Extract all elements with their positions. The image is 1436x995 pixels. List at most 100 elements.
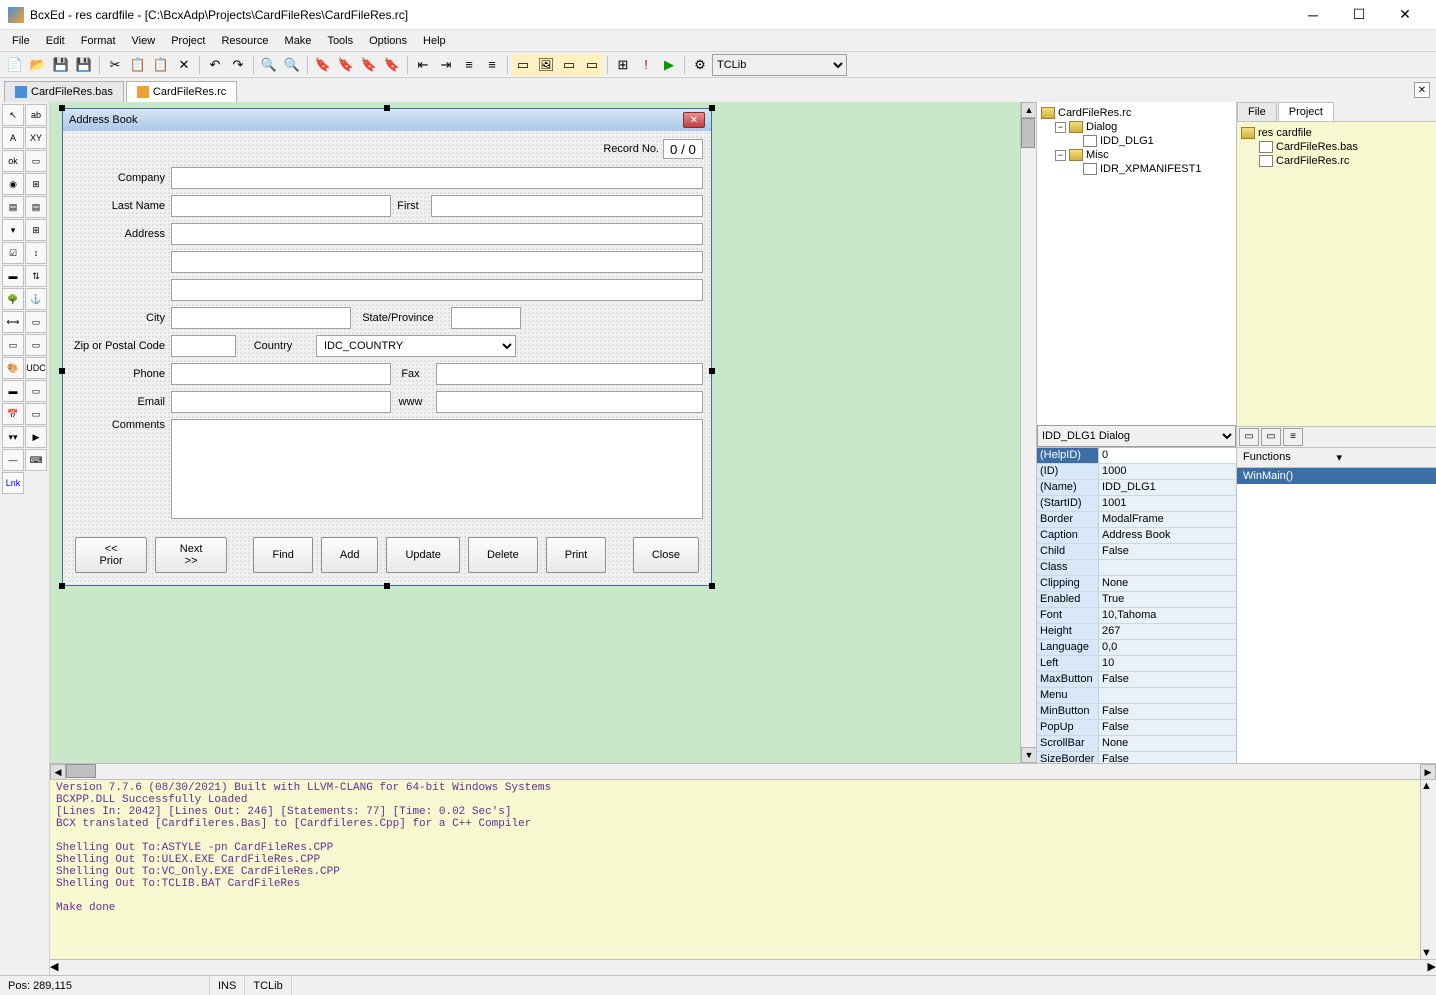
button-tool-icon[interactable]: ok: [2, 150, 24, 172]
redo-icon[interactable]: ↷: [227, 54, 249, 76]
print-button[interactable]: Print: [546, 537, 607, 573]
property-row[interactable]: SizeBorderFalse: [1037, 752, 1236, 763]
anchor-tool-icon[interactable]: ⚓: [25, 288, 47, 310]
menu-format[interactable]: Format: [73, 32, 124, 50]
property-row[interactable]: ClippingNone: [1037, 576, 1236, 592]
grid-tool-icon[interactable]: ⊞: [25, 173, 47, 195]
canvas-scroll-h[interactable]: ◀▶: [50, 763, 1436, 779]
fax-input[interactable]: [436, 363, 703, 385]
minimize-button[interactable]: ─: [1290, 0, 1336, 30]
save-icon[interactable]: 💾: [50, 54, 72, 76]
www-input[interactable]: [436, 391, 703, 413]
close-button[interactable]: ✕: [1382, 0, 1428, 30]
menu-options[interactable]: Options: [361, 32, 415, 50]
bookmark-next-icon[interactable]: 🔖: [335, 54, 357, 76]
udc-tool-icon[interactable]: UDC: [25, 357, 47, 379]
file-tab[interactable]: File: [1237, 102, 1277, 121]
function-item[interactable]: WinMain(): [1237, 468, 1436, 484]
lastname-input[interactable]: [171, 195, 391, 217]
comments-input[interactable]: [171, 419, 703, 519]
date-tool-icon[interactable]: ▭: [25, 403, 47, 425]
view1-icon[interactable]: ▭: [1239, 428, 1259, 446]
project-tab[interactable]: Project: [1278, 102, 1334, 121]
align2-icon[interactable]: ≡: [481, 54, 503, 76]
menu-resource[interactable]: Resource: [213, 32, 276, 50]
dialog-preview[interactable]: Address Book ✕ Record No. Company Last N…: [62, 108, 712, 586]
image-edit-icon[interactable]: 🖼: [535, 54, 557, 76]
output-scroll-v[interactable]: ▲▼: [1420, 780, 1436, 959]
hotkey-tool-icon[interactable]: ⌨: [25, 449, 47, 471]
design-canvas[interactable]: Address Book ✕ Record No. Company Last N…: [50, 102, 1020, 763]
tree-node[interactable]: −Misc: [1055, 148, 1232, 162]
property-row[interactable]: Left10: [1037, 656, 1236, 672]
copy-icon[interactable]: 📋: [127, 54, 149, 76]
functions-header[interactable]: Functions▾: [1237, 448, 1436, 468]
collapse-icon[interactable]: −: [1055, 122, 1066, 133]
groupbox-tool-icon[interactable]: ▭: [25, 334, 47, 356]
delete-button[interactable]: Delete: [468, 537, 538, 573]
property-row[interactable]: (HelpID)0: [1037, 448, 1236, 464]
menu-view[interactable]: View: [124, 32, 164, 50]
property-row[interactable]: (StartID)1001: [1037, 496, 1236, 512]
progress-tool-icon[interactable]: ▬: [2, 265, 24, 287]
line-tool-icon[interactable]: —: [2, 449, 24, 471]
prior-button[interactable]: << Prior: [75, 537, 147, 573]
tree-tool-icon[interactable]: 🌳: [2, 288, 24, 310]
maximize-button[interactable]: ☐: [1336, 0, 1382, 30]
xy-tool-icon[interactable]: XY: [25, 127, 47, 149]
slider-tool-icon[interactable]: ⟷: [2, 311, 24, 333]
property-row[interactable]: Menu: [1037, 688, 1236, 704]
property-row[interactable]: ChildFalse: [1037, 544, 1236, 560]
align-icon[interactable]: ≡: [458, 54, 480, 76]
window-icon[interactable]: ▭: [558, 54, 580, 76]
tab-tool-icon[interactable]: ▭: [25, 311, 47, 333]
table-tool-icon[interactable]: ⊞: [25, 219, 47, 241]
status-tool-icon[interactable]: ▬: [2, 380, 24, 402]
collapse-icon[interactable]: −: [1055, 150, 1066, 161]
animate-tool-icon[interactable]: ▶: [25, 426, 47, 448]
find-icon[interactable]: 🔍: [258, 54, 280, 76]
view2-icon[interactable]: ▭: [1261, 428, 1281, 446]
address2-input[interactable]: [171, 251, 703, 273]
find-next-icon[interactable]: 🔍: [281, 54, 303, 76]
close-tab-icon[interactable]: ✕: [1414, 82, 1430, 98]
tree-root[interactable]: CardFileRes.rc: [1041, 106, 1232, 120]
panel-tool-icon[interactable]: ▭: [2, 334, 24, 356]
doc-tab[interactable]: CardFileRes.bas: [4, 81, 124, 102]
menu-help[interactable]: Help: [415, 32, 454, 50]
property-row[interactable]: (Name)IDD_DLG1: [1037, 480, 1236, 496]
spin-tool-icon[interactable]: ⇅: [25, 265, 47, 287]
property-row[interactable]: ScrollBarNone: [1037, 736, 1236, 752]
first-input[interactable]: [431, 195, 703, 217]
color-tool-icon[interactable]: 🎨: [2, 357, 24, 379]
dialog-icon[interactable]: ▭: [581, 54, 603, 76]
tree-node[interactable]: −Dialog: [1055, 120, 1232, 134]
doc-tab[interactable]: CardFileRes.rc: [126, 81, 237, 102]
calendar-tool-icon[interactable]: 📅: [2, 403, 24, 425]
paste-icon[interactable]: 📋: [150, 54, 172, 76]
link-tool-icon[interactable]: Lnk: [2, 472, 24, 494]
delete-icon[interactable]: ✕: [173, 54, 195, 76]
record-value[interactable]: [663, 139, 703, 159]
combo-tool-icon[interactable]: ▾: [2, 219, 24, 241]
listview-tool-icon[interactable]: ▤: [25, 196, 47, 218]
radio-tool-icon[interactable]: ◉: [2, 173, 24, 195]
indent-icon[interactable]: ⇥: [435, 54, 457, 76]
address1-input[interactable]: [171, 223, 703, 245]
output-scroll-h[interactable]: ◀▶: [50, 959, 1436, 975]
property-row[interactable]: Language0,0: [1037, 640, 1236, 656]
tree-leaf[interactable]: IDD_DLG1: [1083, 134, 1232, 148]
project-file[interactable]: CardFileRes.bas: [1259, 140, 1432, 154]
target-combo[interactable]: TCLib: [712, 54, 847, 76]
text-tool-icon[interactable]: A: [2, 127, 24, 149]
picture-tool-icon[interactable]: ▭: [25, 380, 47, 402]
list-tool-icon[interactable]: ▤: [2, 196, 24, 218]
update-button[interactable]: Update: [386, 537, 459, 573]
property-row[interactable]: (ID)1000: [1037, 464, 1236, 480]
label-tool-icon[interactable]: ab: [25, 104, 47, 126]
menu-make[interactable]: Make: [277, 32, 320, 50]
next-button[interactable]: Next >>: [155, 537, 227, 573]
run-icon[interactable]: ▶: [658, 54, 680, 76]
dialog-close-icon[interactable]: ✕: [683, 112, 705, 128]
menu-project[interactable]: Project: [163, 32, 213, 50]
